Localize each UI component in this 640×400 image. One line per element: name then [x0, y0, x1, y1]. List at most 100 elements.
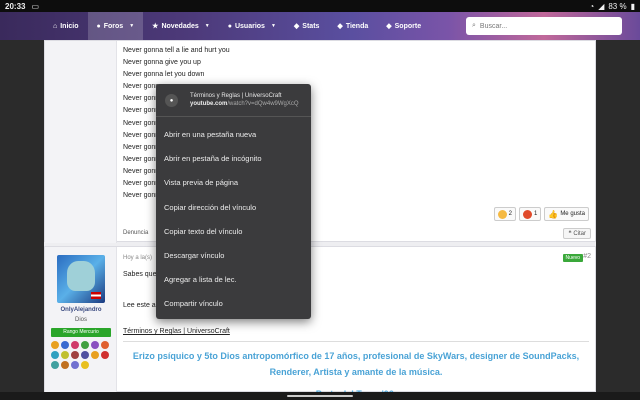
link-path: /watch?v=dQw4w9WgXcQ [227, 101, 299, 107]
reactions-bar: 2 1 👍 Me gusta [493, 207, 589, 221]
badge-icon [91, 351, 99, 359]
post-user-column [45, 41, 117, 243]
search-icon: ⌕ [472, 22, 476, 29]
badge-icon [101, 341, 109, 349]
quote-button[interactable]: ❝ Citar [563, 227, 591, 239]
nav-item-inicio[interactable]: ⌂ Inicio [44, 12, 88, 40]
post-user-column: OnlyAlejandro Dios Rango Mercurio [45, 247, 117, 393]
menu-item-share-link[interactable]: Compartir vínculo [156, 292, 311, 316]
home-icon: ⌂ [53, 22, 58, 30]
nav-item-label: Tienda [345, 22, 369, 30]
badge-icon [81, 341, 89, 349]
reaction-sad[interactable]: 2 [493, 207, 516, 221]
signal-icon: ◢ [598, 1, 605, 11]
comments-icon: ● [96, 22, 101, 30]
badge-icon [91, 341, 99, 349]
battery-icon: ▮ [630, 1, 635, 11]
star-icon: ★ [152, 23, 159, 30]
badge-icon [61, 361, 69, 369]
nav-item-label: Inicio [60, 22, 79, 30]
link-domain: youtube.com [190, 101, 228, 107]
tag-icon: ◆ [293, 23, 300, 30]
badge-icon [51, 361, 59, 369]
system-nav-bar [0, 392, 640, 400]
screen-icon: ▭ [31, 1, 40, 11]
post-text: Sabes que [123, 271, 157, 278]
top-navigation: ⌂ Inicio ● Foros ▼ ★ Novedades ▼ ● Usuar… [0, 12, 640, 40]
avatar[interactable] [57, 255, 105, 303]
menu-item-copy-link-text[interactable]: Copiar texto del vínculo [156, 220, 311, 244]
menu-item-copy-link-address[interactable]: Copiar dirección del vínculo [156, 196, 311, 220]
nav-item-label: Usuarios [234, 22, 265, 30]
battery-level: 83 % [608, 1, 627, 11]
badge-icon [61, 351, 69, 359]
wifi-icon: ◔ [589, 1, 595, 11]
like-button[interactable]: 👍 Me gusta [544, 207, 589, 221]
reaction-count: 1 [534, 211, 538, 217]
reaction-count: 2 [508, 211, 512, 217]
tag-icon: ◆ [386, 23, 392, 30]
post: OnlyAlejandro Dios Rango Mercurio Hoy a … [44, 246, 596, 399]
nav-item-tienda[interactable]: ◆ Tienda [328, 12, 377, 40]
post-line: Never gonna give you up [123, 59, 201, 67]
report-link[interactable]: Denuncia [123, 230, 148, 236]
nav-item-label: Foros [103, 22, 124, 30]
link-url: youtube.com/watch?v=dQw4w9WgXcQ [190, 101, 299, 107]
signature-text: Erizo psíquico y 5to Dios antropomórfico… [132, 351, 580, 377]
nav-item-foros[interactable]: ● Foros ▼ [87, 12, 144, 40]
menu-item-download-link[interactable]: Descargar vínculo [156, 244, 311, 268]
sad-face-icon [497, 209, 507, 219]
post: Never gonna tell a lie and hurt you Neve… [44, 40, 596, 243]
search-placeholder: Buscar... [479, 22, 508, 30]
user-icon: ● [227, 22, 232, 30]
quote-label: Citar [573, 230, 586, 237]
context-menu-header: ● Términos y Reglas | UniversoCraft yout… [156, 84, 311, 117]
badge-icon [51, 341, 59, 349]
context-menu-items: Abrir en una pestaña nueva Abrir en pest… [156, 123, 311, 317]
nav-item-label: Novedades [161, 22, 199, 30]
flag-icon [91, 292, 101, 299]
badge-icon [71, 351, 79, 359]
post-date[interactable]: Hoy a la(s) [123, 255, 152, 261]
post-text: Lee este a [123, 302, 156, 309]
caret-down-icon[interactable]: ▼ [271, 23, 276, 29]
menu-item-open-incognito[interactable]: Abrir en pestaña de incógnito [156, 147, 311, 171]
nav-item-usuarios[interactable]: ● Usuarios ▼ [219, 12, 285, 40]
user-badges [51, 341, 113, 369]
nav-item-stats[interactable]: ◆ Stats [285, 12, 329, 40]
status-bar: 20:33 ▭ ◔ ◢ 83 % ▮ [0, 0, 640, 12]
signature-divider [123, 341, 589, 342]
tag-icon: ◆ [337, 23, 343, 30]
quote-icon: ❝ [568, 230, 572, 237]
rank-badge: Rango Mercurio [51, 328, 111, 337]
like-label: Me gusta [560, 211, 585, 217]
home-gesture-handle[interactable] [287, 395, 353, 397]
new-badge: Nuevo [562, 254, 583, 262]
caret-down-icon[interactable]: ▼ [205, 23, 210, 29]
post-line: Never gonna let you down [123, 71, 205, 79]
reaction-angry[interactable]: 1 [519, 207, 542, 221]
angry-face-icon [523, 209, 532, 219]
search-input[interactable]: ⌕ Buscar... [466, 17, 622, 35]
nav-item-soporte[interactable]: ◆ Soporte [377, 12, 430, 40]
badge-icon [81, 361, 89, 369]
caret-down-icon[interactable]: ▼ [129, 23, 134, 29]
post-number[interactable]: #2 [583, 253, 591, 260]
menu-item-reading-list[interactable]: Agregar a lista de lec. [156, 268, 311, 292]
menu-item-open-new-tab[interactable]: Abrir en una pestaña nueva [156, 123, 311, 147]
nav-item-novedades[interactable]: ★ Novedades ▼ [143, 12, 219, 40]
username[interactable]: OnlyAlejandro [45, 307, 117, 313]
clock: 20:33 [5, 1, 26, 11]
link-title: Términos y Reglas | UniversoCraft [190, 93, 282, 99]
avatar-figure [67, 261, 95, 291]
globe-icon: ● [165, 94, 178, 107]
badge-icon [81, 351, 89, 359]
menu-item-preview[interactable]: Vista previa de página [156, 171, 311, 195]
nav-item-label: Stats [302, 22, 320, 30]
post-line: Never gonna tell a lie and hurt you [123, 47, 230, 54]
nav-item-label: Soporte [394, 22, 422, 30]
terms-link[interactable]: Términos y Reglas | UniversoCraft [123, 328, 230, 335]
thumbs-up-icon: 👍 [548, 209, 559, 219]
user-title: Dios [74, 317, 87, 323]
badge-icon [51, 351, 59, 359]
